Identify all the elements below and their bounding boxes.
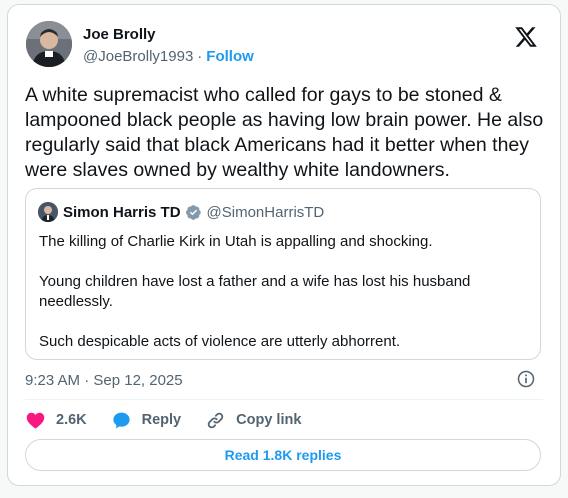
verified-badge-icon — [185, 204, 201, 220]
action-bar: 2.6K Reply Copy link — [25, 409, 325, 431]
read-replies-button[interactable]: Read 1.8K replies — [25, 439, 541, 471]
author-name[interactable]: Joe Brolly — [83, 26, 156, 43]
tweet-card: Joe Brolly @JoeBrolly1993 · Follow A white… — [7, 4, 561, 486]
quoted-author-name: Simon Harris TD — [63, 203, 181, 221]
quoted-tweet[interactable]: Simon Harris TD @SimonHarrisTD The killi… — [25, 188, 541, 360]
quoted-paragraph: The killing of Charlie Kirk in Utah is a… — [39, 233, 433, 250]
heart-icon — [26, 412, 45, 429]
quoted-tweet-header: Simon Harris TD @SimonHarrisTD — [38, 202, 324, 222]
author-avatar[interactable] — [26, 21, 72, 67]
quoted-tweet-body: The killing of Charlie Kirk in Utah is a… — [39, 232, 529, 372]
info-icon[interactable] — [516, 369, 536, 389]
quoted-author-handle: @SimonHarrisTD — [206, 203, 325, 221]
follow-button[interactable]: Follow — [206, 48, 254, 65]
quoted-paragraph: Young children have lost a father and a … — [39, 273, 471, 310]
quoted-author-avatar — [38, 202, 58, 222]
separator-dot: · — [197, 48, 203, 65]
author-handle[interactable]: @JoeBrolly1993 — [83, 48, 193, 65]
divider — [25, 399, 543, 400]
copy-link-button[interactable]: Copy link — [205, 410, 301, 431]
tweet-text: A white supremacist who called for gays … — [25, 84, 544, 181]
x-logo-icon[interactable] — [514, 25, 538, 49]
reply-button[interactable]: Reply — [111, 410, 182, 431]
like-button[interactable]: 2.6K — [25, 410, 87, 431]
reply-label: Reply — [141, 412, 182, 428]
quoted-paragraph: Such despicable acts of violence are utt… — [39, 333, 401, 350]
like-count: 2.6K — [56, 412, 87, 428]
author-handle-row: @JoeBrolly1993 · Follow — [83, 48, 254, 65]
link-icon — [207, 412, 224, 428]
tweet-timestamp[interactable]: 9:23 AM · Sep 12, 2025 — [25, 372, 183, 389]
reply-bubble-icon — [113, 412, 130, 428]
copy-link-label: Copy link — [236, 412, 302, 428]
